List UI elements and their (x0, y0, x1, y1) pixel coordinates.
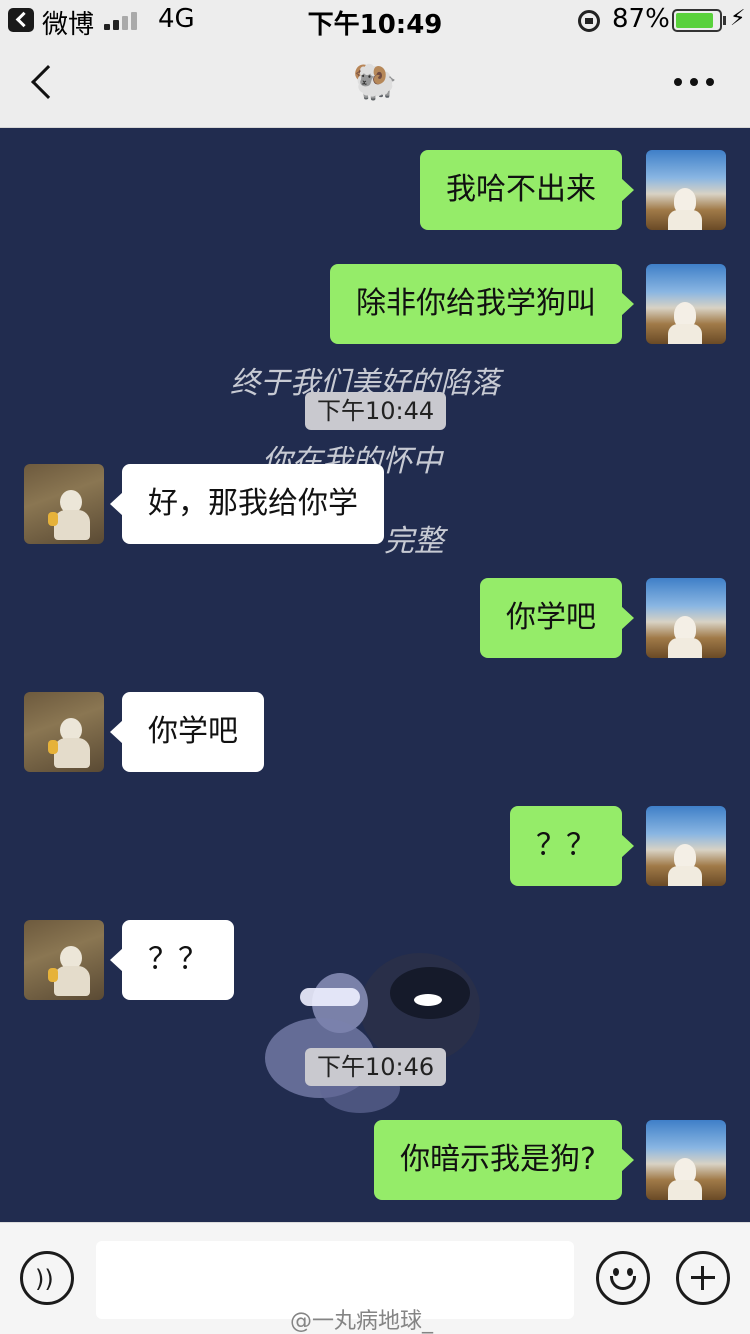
battery-icon (672, 9, 722, 32)
background-illustration (265, 953, 480, 1113)
plus-icon[interactable] (676, 1251, 730, 1305)
charging-icon: ⚡ (730, 6, 746, 31)
my-avatar[interactable] (646, 578, 726, 658)
received-message-bubble[interactable]: 好，那我给你学 (110, 464, 384, 544)
contact-avatar[interactable] (24, 692, 104, 772)
my-avatar[interactable] (646, 1120, 726, 1200)
battery-cap (723, 16, 726, 25)
rotation-lock-icon (578, 10, 600, 32)
sent-message-bubble[interactable]: 除非你给我学狗叫 (330, 264, 634, 344)
my-avatar[interactable] (646, 806, 726, 886)
chat-area[interactable]: 终于我们美好的陷落 你在我的怀中 完整 我哈不出来 除非你给我学狗叫 下午10:44… (0, 128, 750, 1222)
message-timestamp: 下午10:46 (305, 1048, 447, 1086)
input-bar: )) @一丸病地球_ (0, 1222, 750, 1334)
sent-message-bubble[interactable]: 你学吧 (480, 578, 634, 658)
contact-avatar[interactable] (24, 464, 104, 544)
sent-message-bubble[interactable]: 我哈不出来 (420, 150, 634, 230)
chat-header: 🐏 (0, 40, 750, 128)
battery-fill (676, 13, 713, 28)
message-timestamp: 下午10:44 (305, 392, 447, 430)
my-avatar[interactable] (646, 264, 726, 344)
received-message-bubble[interactable]: ？？ (110, 920, 234, 1000)
status-bar: 微博 4G 下午10:49 87% ⚡ (0, 0, 750, 40)
battery-percent: 87% (612, 4, 670, 34)
received-message-bubble[interactable]: 你学吧 (110, 692, 264, 772)
sent-message-bubble[interactable]: ？？ (510, 806, 634, 886)
more-dots-icon[interactable] (674, 78, 714, 88)
background-text-line: 完整 (384, 524, 444, 559)
emoji-icon[interactable] (596, 1251, 650, 1305)
contact-avatar[interactable] (24, 920, 104, 1000)
my-avatar[interactable] (646, 150, 726, 230)
chat-title: 🐏 (352, 61, 398, 102)
sent-message-bubble[interactable]: 你暗示我是狗? (374, 1120, 634, 1200)
watermark: @一丸病地球_ (290, 1309, 434, 1334)
voice-icon[interactable]: )) (20, 1251, 74, 1305)
